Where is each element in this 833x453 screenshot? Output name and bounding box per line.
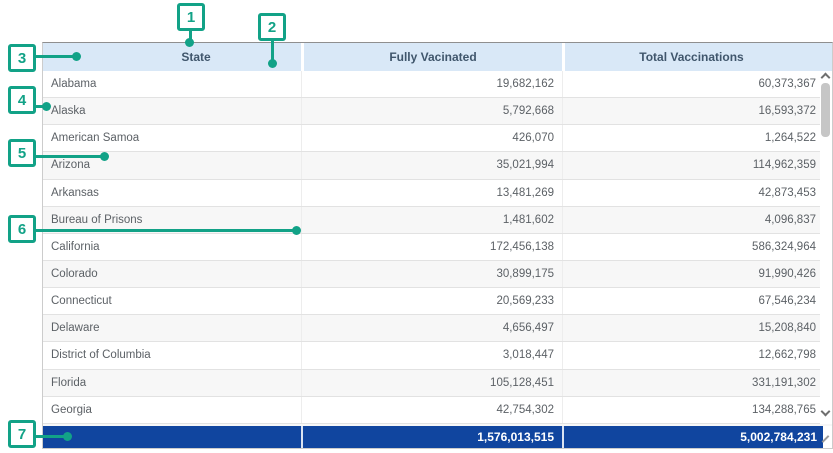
cell-total: 331,191,302 [562, 370, 820, 396]
cell-state: District of Columbia [43, 342, 301, 368]
cell-fully: 4,656,497 [301, 315, 562, 341]
chevron-down-icon[interactable] [821, 407, 831, 417]
callout-3: 3 [8, 44, 36, 72]
cell-state: Florida [43, 370, 301, 396]
callout-3-dot [72, 52, 81, 61]
cell-total: 4,096,837 [562, 207, 820, 233]
callout-6: 6 [8, 215, 36, 243]
footer-cell-total-vaccinations: 5,002,784,231 [562, 426, 823, 448]
table-row[interactable]: American Samoa426,0701,264,522 [43, 125, 820, 152]
table-footer-row: 1,576,013,515 5,002,784,231 [43, 426, 823, 448]
column-header-state[interactable]: State [43, 43, 301, 71]
table-row[interactable]: Arizona35,021,994114,962,359 [43, 152, 820, 179]
table-row[interactable]: Delaware4,656,49715,208,840 [43, 315, 820, 342]
column-header-total-vaccinations[interactable]: Total Vaccinations [562, 43, 818, 71]
cell-fully: 35,021,994 [301, 152, 562, 178]
cell-fully: 172,456,138 [301, 234, 562, 260]
cell-fully: 13,481,269 [301, 180, 562, 206]
cell-total: 586,324,964 [562, 234, 820, 260]
cell-fully: 19,682,162 [301, 71, 562, 97]
callout-2: 2 [258, 13, 286, 41]
cell-fully: 20,569,233 [301, 288, 562, 314]
cell-state: Alabama [43, 71, 301, 97]
callout-4-dot [42, 102, 51, 111]
callout-2-dot [268, 59, 277, 68]
cell-fully: 30,899,175 [301, 261, 562, 287]
footer-cell-state [43, 426, 301, 448]
table-body: Alabama19,682,16260,373,367Alaska5,792,6… [43, 71, 832, 424]
callout-6-dot [292, 226, 301, 235]
table-row[interactable]: Alabama19,682,16260,373,367 [43, 71, 820, 98]
table-row[interactable]: Arkansas13,481,26942,873,453 [43, 180, 820, 207]
cell-total: 1,264,522 [562, 125, 820, 151]
cell-total: 16,593,372 [562, 98, 820, 124]
callout-7: 7 [8, 420, 36, 448]
table-row[interactable]: California172,456,138586,324,964 [43, 234, 820, 261]
scrollbar-thumb[interactable] [821, 83, 830, 137]
cell-state: Delaware [43, 315, 301, 341]
vertical-scrollbar[interactable] [820, 71, 832, 424]
cell-total: 67,546,234 [562, 288, 820, 314]
cell-state: Arkansas [43, 180, 301, 206]
callout-5-connector [36, 155, 102, 158]
callout-1: 1 [177, 3, 205, 31]
table-row[interactable]: Florida105,128,451331,191,302 [43, 370, 820, 397]
cell-fully: 42,754,302 [301, 397, 562, 423]
cell-state: Colorado [43, 261, 301, 287]
cell-fully: 105,128,451 [301, 370, 562, 396]
cell-total: 60,373,367 [562, 71, 820, 97]
vaccination-table: State Fully Vacinated Total Vaccinations… [42, 42, 833, 449]
footer-cell-fully-vacinated: 1,576,013,515 [301, 426, 562, 448]
cell-state: California [43, 234, 301, 260]
cell-state: Connecticut [43, 288, 301, 314]
callout-4: 4 [8, 86, 36, 114]
table-row[interactable]: Alaska5,792,66816,593,372 [43, 98, 820, 125]
callout-5: 5 [8, 139, 36, 167]
table-row[interactable]: Colorado30,899,17591,990,426 [43, 261, 820, 288]
cell-total: 15,208,840 [562, 315, 820, 341]
table-rows: Alabama19,682,16260,373,367Alaska5,792,6… [43, 71, 820, 424]
callout-5-dot [100, 152, 109, 161]
cell-state: American Samoa [43, 125, 301, 151]
cell-fully: 1,481,602 [301, 207, 562, 233]
column-header-fully-vacinated[interactable]: Fully Vacinated [301, 43, 562, 71]
callout-7-dot [63, 432, 72, 441]
cell-total: 134,288,765 [562, 397, 820, 423]
cell-state: Georgia [43, 397, 301, 423]
callout-6-connector [36, 229, 294, 232]
cell-fully: 3,018,447 [301, 342, 562, 368]
cell-fully: 5,792,668 [301, 98, 562, 124]
callout-3-connector [36, 55, 76, 58]
table-row[interactable]: Connecticut20,569,23367,546,234 [43, 288, 820, 315]
cell-total: 91,990,426 [562, 261, 820, 287]
cell-total: 12,662,798 [562, 342, 820, 368]
table-row[interactable]: Georgia42,754,302134,288,765 [43, 397, 820, 424]
chevron-up-icon[interactable] [821, 73, 831, 83]
cell-total: 114,962,359 [562, 152, 820, 178]
cell-state: Alaska [43, 98, 301, 124]
callout-1-dot [185, 38, 194, 47]
table-row[interactable]: District of Columbia3,018,44712,662,798 [43, 342, 820, 369]
cell-fully: 426,070 [301, 125, 562, 151]
cell-total: 42,873,453 [562, 180, 820, 206]
callout-7-connector [36, 435, 65, 438]
table-header-row: State Fully Vacinated Total Vaccinations [43, 43, 832, 71]
